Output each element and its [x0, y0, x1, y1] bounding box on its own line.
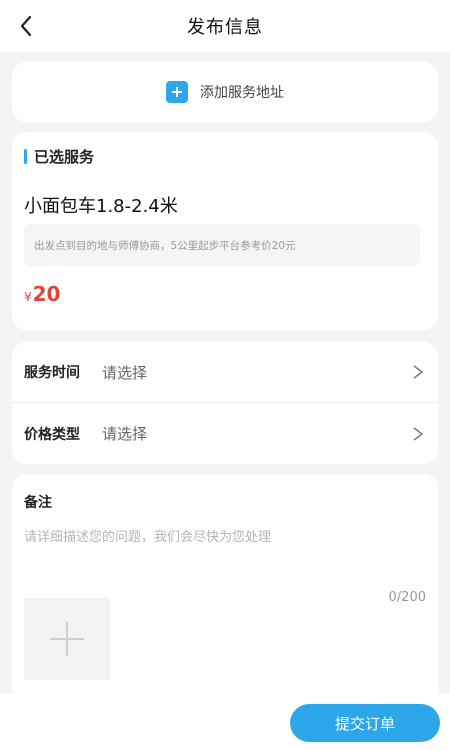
chevron-left-icon	[20, 15, 32, 37]
bottom-bar: 提交订单	[0, 694, 450, 750]
plus-icon	[166, 81, 188, 103]
notes-textarea[interactable]	[24, 526, 424, 586]
options-card: 服务时间 请选择 价格类型 请选择	[12, 342, 438, 464]
submit-order-button[interactable]: 提交订单	[290, 704, 440, 742]
service-description: 出发点到目的地与师傅协商，5公里起步平台参考价20元	[24, 224, 420, 266]
service-time-value: 请选择	[102, 363, 148, 382]
service-time-row[interactable]: 服务时间 请选择	[12, 342, 438, 403]
section-title: 已选服务	[34, 148, 95, 166]
currency-symbol: ¥	[24, 290, 32, 304]
page-title: 发布信息	[187, 17, 263, 38]
service-price: ¥ 20	[24, 282, 60, 306]
price-value: 20	[32, 282, 61, 306]
plus-icon	[50, 622, 84, 656]
price-type-label: 价格类型	[24, 426, 80, 443]
add-address-label: 添加服务地址	[200, 85, 284, 101]
back-button[interactable]	[8, 8, 44, 44]
chevron-right-icon	[410, 364, 426, 380]
service-time-label: 服务时间	[24, 365, 80, 381]
add-image-button[interactable]	[24, 598, 110, 680]
chevron-right-icon	[410, 426, 426, 442]
section-header: 已选服务	[24, 146, 94, 167]
notes-card: 备注 0/200	[12, 474, 438, 704]
selected-service-card: 已选服务 小面包车1.8-2.4米 出发点到目的地与师傅协商，5公里起步平台参考…	[12, 132, 438, 330]
header-bar: 发布信息	[0, 0, 450, 52]
accent-bar	[24, 149, 27, 164]
service-name: 小面包车1.8-2.4米	[24, 196, 178, 217]
add-address-button[interactable]: 添加服务地址	[12, 62, 438, 122]
char-counter: 0/200	[388, 590, 426, 605]
price-type-row[interactable]: 价格类型 请选择	[12, 403, 438, 464]
notes-title: 备注	[24, 495, 52, 511]
price-type-value: 请选择	[102, 425, 148, 443]
